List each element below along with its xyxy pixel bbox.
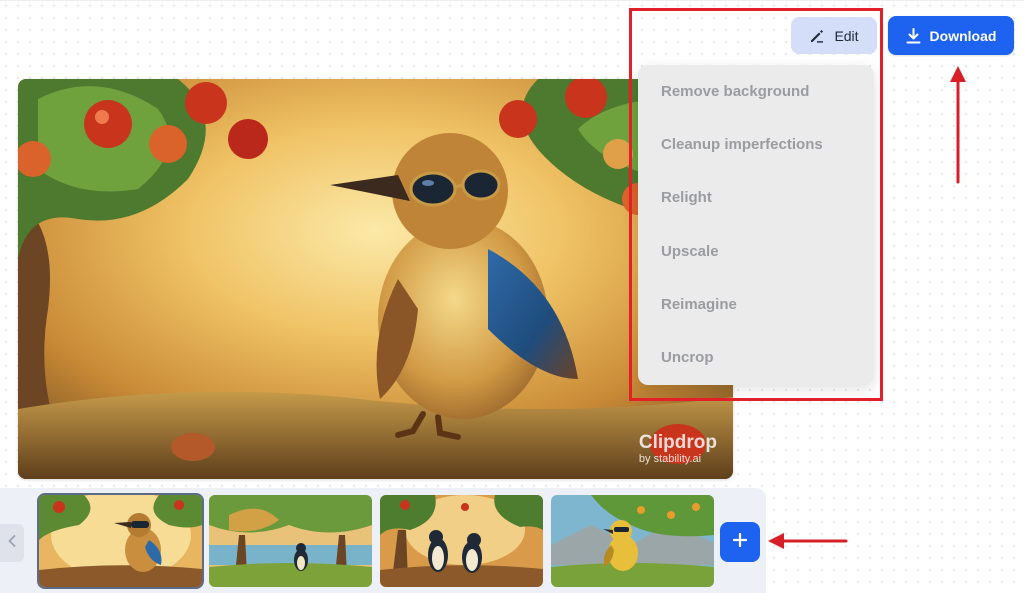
download-button-label: Download xyxy=(929,27,997,44)
menu-item-relight[interactable]: Relight xyxy=(638,171,874,224)
edit-button-label: Edit xyxy=(834,27,859,44)
menu-item-remove-background[interactable]: Remove background xyxy=(638,65,874,118)
thumbnail-4[interactable] xyxy=(551,495,714,587)
kiwi-bird-illustration xyxy=(18,79,733,479)
annotation-arrow-left xyxy=(768,533,848,549)
watermark-title: Clipdrop xyxy=(638,432,717,453)
annotation-arrow-up xyxy=(950,66,966,184)
thumbnail-kiwi-sunglasses xyxy=(39,495,202,587)
main-image-preview[interactable]: Clipdrop by stability.ai xyxy=(18,79,733,479)
thumbnail-3[interactable] xyxy=(380,495,543,587)
clipdrop-watermark: Clipdrop by stability.ai xyxy=(639,433,717,465)
chevron-left-icon xyxy=(8,534,16,552)
thumbnail-yellow-bird xyxy=(551,495,714,587)
edit-button[interactable]: Edit xyxy=(791,17,877,54)
menu-item-upscale[interactable]: Upscale xyxy=(638,225,874,278)
download-button[interactable]: Download xyxy=(888,16,1014,55)
thumbnail-penguin-lake xyxy=(209,495,372,587)
pencil-icon xyxy=(809,28,825,44)
thumbnail-1[interactable] xyxy=(37,493,204,589)
top-divider xyxy=(0,0,1024,1)
thumbnail-2[interactable] xyxy=(209,495,372,587)
plus-icon xyxy=(732,532,748,552)
previous-thumbnails-button[interactable] xyxy=(0,524,24,562)
watermark-subtitle: by stability.ai xyxy=(638,453,702,465)
menu-item-reimagine[interactable]: Reimagine xyxy=(638,278,874,331)
thumbnail-two-penguins xyxy=(380,495,543,587)
menu-item-cleanup-imperfections[interactable]: Cleanup imperfections xyxy=(638,118,874,171)
menu-item-uncrop[interactable]: Uncrop xyxy=(638,331,874,384)
edit-dropdown-menu: Remove background Cleanup imperfections … xyxy=(638,65,874,385)
add-variation-button[interactable] xyxy=(720,522,760,562)
download-icon xyxy=(906,27,921,44)
